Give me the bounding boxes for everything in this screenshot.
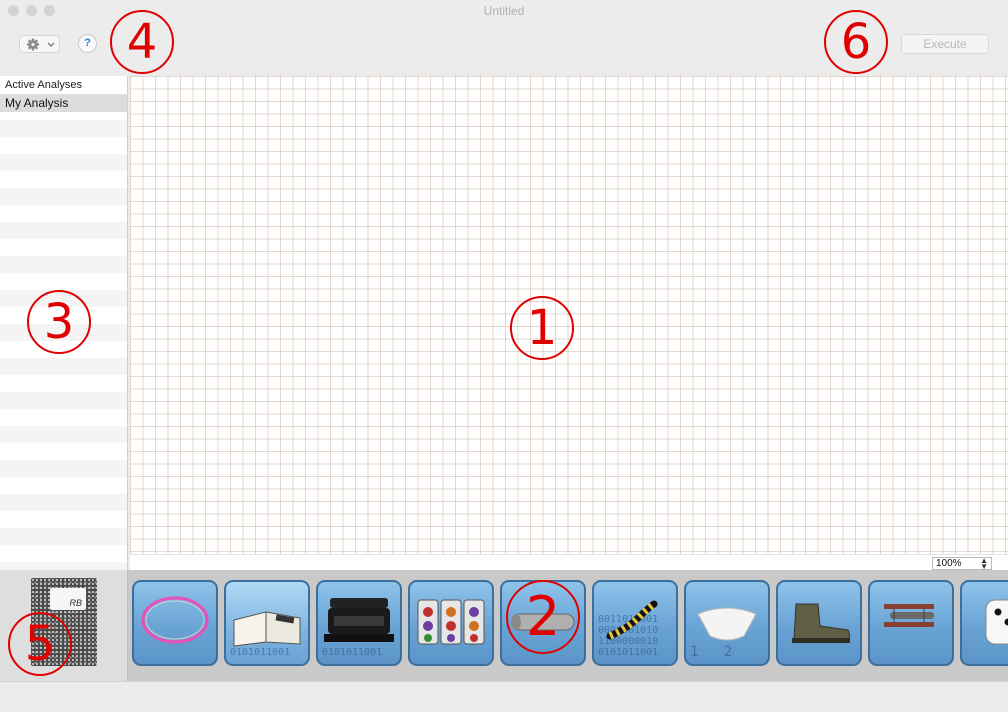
zoom-value: 100% [936, 558, 962, 569]
annotation-3: 3 [27, 290, 91, 354]
tool-binary: 0101011001 [230, 647, 290, 658]
list-item[interactable]: My Analysis [0, 95, 127, 112]
tool-loop[interactable] [132, 580, 218, 666]
biplane-icon [870, 582, 952, 664]
tool-binary: 0101011001 [322, 647, 382, 658]
tool-biplane[interactable] [868, 580, 954, 666]
zoom-stepper[interactable]: ▲▼ [980, 558, 988, 570]
annotation-5: 5 [8, 612, 72, 676]
minimize-window-button[interactable] [26, 5, 37, 16]
list-header: Active Analyses [0, 76, 127, 95]
annotation-6: 6 [824, 10, 888, 74]
loop-icon [134, 582, 216, 664]
dice-icon [962, 582, 1008, 664]
action-menu-button[interactable] [19, 35, 60, 53]
tool-typewriter[interactable]: 0101011001 [316, 580, 402, 666]
slot-machine-icon [410, 582, 492, 664]
status-bar [0, 681, 1008, 712]
tool-book[interactable]: 0101011001 [224, 580, 310, 666]
tool-binary: 1 2 [690, 647, 732, 658]
chevron-down-icon [48, 43, 54, 46]
help-button[interactable]: ? [78, 34, 97, 53]
caterpillar-icon [594, 582, 676, 664]
tool-coffee-filter[interactable]: 1 2 [684, 580, 770, 666]
zoom-window-button[interactable] [44, 5, 55, 16]
close-window-button[interactable] [8, 5, 19, 16]
annotation-4: 4 [110, 10, 174, 74]
tool-boot[interactable] [776, 580, 862, 666]
boot-icon [778, 582, 860, 664]
execute-button[interactable]: Execute [901, 34, 989, 54]
tool-slot-machine[interactable] [408, 580, 494, 666]
tool-dice[interactable] [960, 580, 1008, 666]
zoom-field[interactable]: 100% ▲▼ [932, 557, 992, 570]
tool-caterpillar[interactable]: 0011010001 0000001010 1100000010 0101011… [592, 580, 678, 666]
annotation-2: 2 [506, 580, 580, 654]
notebook-label: RB [50, 588, 86, 610]
annotation-1: 1 [510, 296, 574, 360]
canvas-footer: 100% ▲▼ [130, 554, 1008, 570]
gear-icon [20, 36, 61, 54]
window-title: Untitled [484, 4, 525, 18]
